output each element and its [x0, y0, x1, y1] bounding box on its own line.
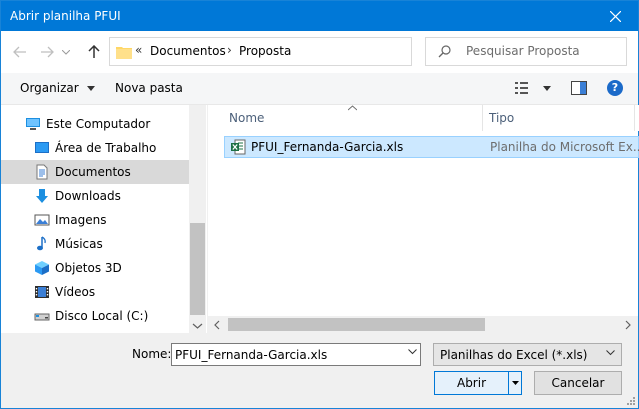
column-header-row: Nome Tipo [208, 105, 639, 131]
desktop-icon [35, 142, 49, 153]
change-view-button[interactable] [515, 81, 551, 98]
preview-pane-icon [571, 81, 587, 95]
organize-label: Organizar [20, 81, 79, 95]
resize-grip-icon[interactable] [625, 395, 635, 405]
breadcrumb-proposta[interactable]: Proposta [239, 44, 291, 58]
nav-item-disco-local[interactable]: Disco Local (C:) [1, 304, 189, 328]
chevron-down-icon [62, 49, 70, 55]
scroll-down-icon[interactable] [192, 321, 203, 331]
arrow-left-icon [13, 46, 26, 58]
window-title: Abrir planilha PFUI [10, 9, 121, 23]
nav-item-objetos-3d[interactable]: Objetos 3D [1, 256, 189, 280]
overflow-breadcrumb[interactable]: « [135, 43, 142, 57]
download-icon [36, 189, 48, 203]
chevron-down-icon [606, 350, 615, 356]
column-divider[interactable] [482, 105, 483, 131]
open-split-button: Abrir [434, 371, 522, 395]
open-button[interactable]: Abrir [435, 372, 508, 394]
nav-item-label: Vídeos [55, 285, 96, 299]
caret-down-icon [511, 381, 519, 385]
details-view-icon [515, 82, 528, 94]
breadcrumb-separator[interactable]: › [227, 43, 232, 57]
scrollbar-thumb[interactable] [190, 223, 205, 315]
videos-icon [35, 286, 49, 298]
nav-item-label: Disco Local (C:) [55, 309, 149, 323]
file-name-label: Nome: [132, 347, 172, 361]
close-button[interactable] [592, 1, 638, 31]
title-bar[interactable]: Abrir planilha PFUI [1, 1, 638, 31]
column-divider[interactable] [634, 105, 635, 131]
documents-icon [36, 164, 48, 180]
nav-item-label: Downloads [55, 189, 121, 203]
nav-item-documentos[interactable]: Documentos [1, 160, 189, 184]
sort-ascending-icon [348, 105, 357, 111]
search-box[interactable]: Pesquisar Proposta [425, 37, 627, 66]
up-button[interactable] [83, 41, 105, 63]
new-folder-button[interactable]: Nova pasta [115, 81, 183, 95]
open-options-button[interactable] [508, 372, 521, 394]
scroll-left-icon[interactable] [213, 320, 220, 330]
forward-button[interactable] [36, 41, 58, 63]
file-name-input[interactable] [172, 344, 402, 365]
arrow-right-icon [41, 46, 54, 58]
nav-item-downloads[interactable]: Downloads [1, 184, 189, 208]
caret-down-icon [86, 86, 95, 91]
nav-item-imagens[interactable]: Imagens [1, 208, 189, 232]
computer-icon [26, 118, 40, 130]
nav-item-label: Este Computador [46, 117, 151, 131]
file-name-combobox[interactable] [171, 343, 421, 366]
nav-item-label: Objetos 3D [55, 261, 122, 275]
pictures-icon [34, 214, 50, 226]
scrollbar-thumb[interactable] [228, 318, 485, 331]
recent-locations-button[interactable] [59, 41, 73, 63]
scroll-right-icon[interactable] [625, 320, 632, 330]
music-icon [37, 236, 46, 251]
caret-down-icon [542, 86, 551, 91]
organize-button[interactable]: Organizar [20, 81, 95, 95]
nav-item-este-computador[interactable]: Este Computador [1, 112, 189, 136]
close-icon [609, 10, 621, 22]
file-list: Nome Tipo PFUI_Fernanda-Garcia.xls Plani… [207, 105, 639, 333]
file-type-filter-value: Planilhas do Excel (*.xls) [440, 348, 588, 362]
back-button[interactable] [9, 41, 31, 63]
nav-item-musicas[interactable]: Músicas [1, 232, 189, 256]
search-placeholder: Pesquisar Proposta [466, 44, 580, 58]
address-row: « Documentos › Proposta Pesquisar Propos… [1, 31, 638, 73]
excel-file-icon [231, 139, 246, 155]
breadcrumb-documentos[interactable]: Documentos [150, 44, 226, 58]
nav-item-label: Imagens [55, 213, 107, 227]
file-type: Planilha do Microsoft Ex... [490, 140, 639, 154]
cancel-button[interactable]: Cancelar [534, 371, 622, 395]
open-file-dialog: Abrir planilha PFUI « Documentos › Propo… [0, 0, 639, 409]
file-list-horizontal-scrollbar[interactable] [207, 316, 638, 333]
folder-icon [116, 47, 132, 59]
nav-item-label: Área de Trabalho [55, 141, 157, 155]
arrow-up-icon [88, 45, 100, 58]
nav-item-label: Documentos [55, 165, 131, 179]
address-bar[interactable]: « Documentos › Proposta [109, 37, 506, 66]
preview-pane-button[interactable] [571, 81, 587, 98]
column-header-name[interactable]: Nome [229, 111, 264, 125]
file-row[interactable]: PFUI_Fernanda-Garcia.xls Planilha do Mic… [224, 136, 639, 158]
drive-icon [34, 313, 50, 321]
help-button[interactable]: ? [607, 80, 623, 96]
nav-item-label: Músicas [55, 237, 103, 251]
navigation-scrollbar[interactable] [189, 105, 206, 333]
nav-item-area-de-trabalho[interactable]: Área de Trabalho [1, 136, 189, 160]
nav-item-videos[interactable]: Vídeos [1, 280, 189, 304]
file-type-filter[interactable]: Planilhas do Excel (*.xls) [433, 343, 622, 366]
search-icon [438, 45, 451, 58]
file-name: PFUI_Fernanda-Garcia.xls [251, 140, 404, 154]
navigation-pane: Este Computador Área de Trabalho Documen… [1, 105, 207, 333]
column-header-type[interactable]: Tipo [489, 111, 514, 125]
command-bar: Organizar Nova pasta ? [1, 73, 638, 105]
objects-3d-icon [35, 261, 49, 275]
chevron-down-icon[interactable] [408, 349, 417, 355]
dialog-footer: Nome: Planilhas do Excel (*.xls) Abrir C… [1, 333, 638, 408]
